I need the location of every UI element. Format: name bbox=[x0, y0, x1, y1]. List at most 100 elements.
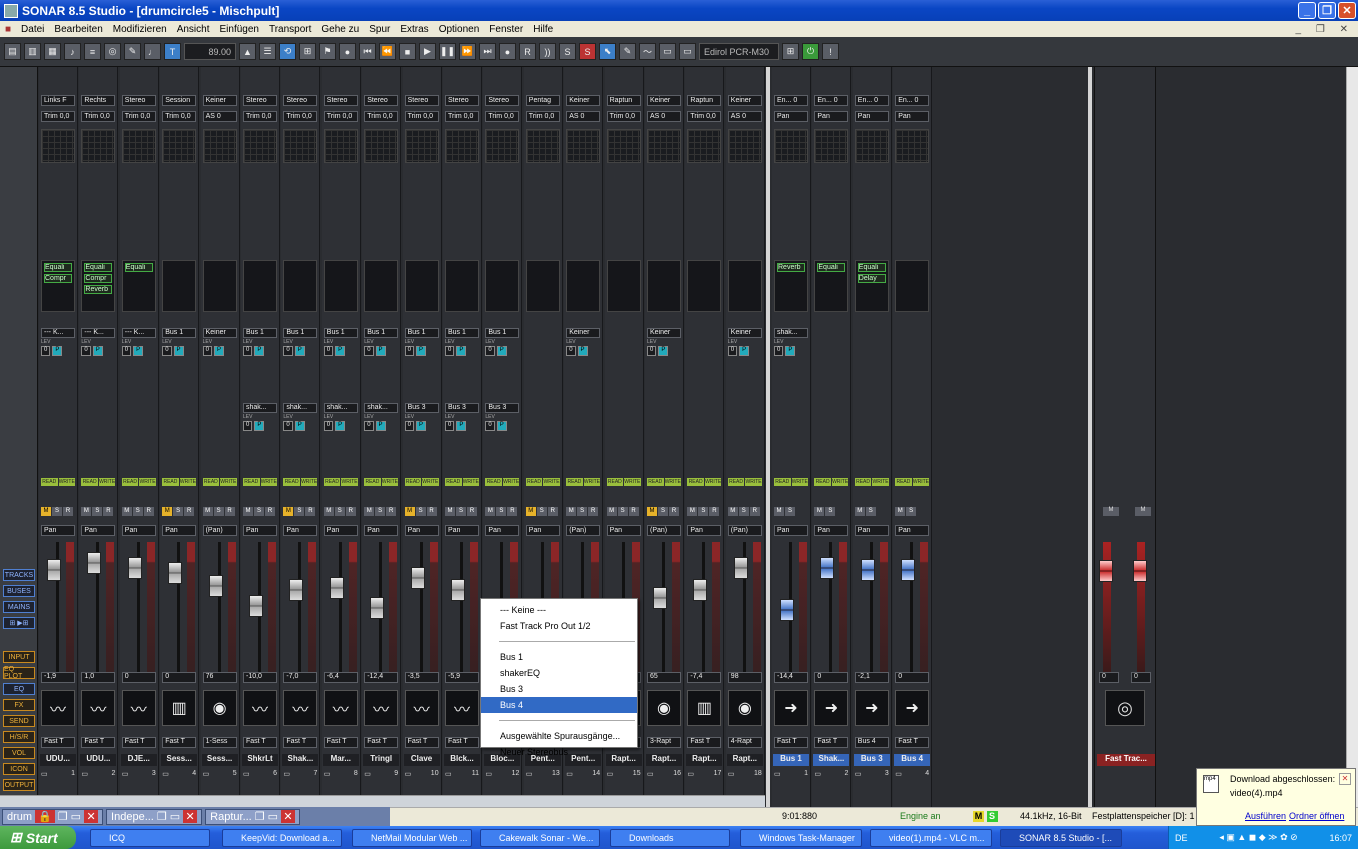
track-name[interactable]: Bus 4 bbox=[894, 754, 931, 766]
track-type-icon[interactable]: 〰 bbox=[404, 690, 439, 726]
eq-graph[interactable] bbox=[687, 129, 722, 163]
event-list-icon[interactable]: ≡ bbox=[84, 43, 101, 60]
fx-plugin[interactable]: Equali bbox=[817, 263, 846, 272]
eq-graph[interactable] bbox=[854, 129, 889, 163]
solo-button[interactable]: S bbox=[738, 507, 749, 516]
nav-buses[interactable]: BUSES bbox=[3, 585, 35, 597]
midi-device-select[interactable]: Edirol PCR-M30 bbox=[699, 43, 779, 60]
trim-field[interactable]: AS 0 bbox=[647, 111, 681, 122]
track-name[interactable]: Mar... bbox=[322, 754, 359, 766]
volume-value[interactable]: 65 bbox=[647, 672, 681, 683]
output-select[interactable]: 3-Rapt bbox=[647, 737, 681, 748]
eq-graph[interactable] bbox=[566, 129, 601, 163]
volume-value[interactable]: 0 bbox=[895, 672, 930, 683]
output-select[interactable]: Fast T bbox=[41, 737, 75, 748]
nav-hsr[interactable]: H/S/R bbox=[3, 731, 35, 743]
output-select[interactable]: Fast T bbox=[121, 737, 156, 748]
input-select[interactable]: Keiner bbox=[202, 95, 237, 106]
lyrics-icon[interactable]: ✎ bbox=[124, 43, 141, 60]
nav-tracks[interactable]: TRACKS bbox=[3, 569, 35, 581]
fx-bin[interactable] bbox=[647, 260, 681, 312]
solo-button[interactable]: S bbox=[496, 507, 507, 516]
output-select[interactable]: Fast T bbox=[814, 737, 849, 748]
solo-button[interactable]: S bbox=[617, 507, 628, 516]
marker-icon[interactable]: ⚑ bbox=[319, 43, 336, 60]
automation-read-write[interactable]: READ WRITE bbox=[283, 478, 318, 486]
record-arm-button[interactable]: R bbox=[265, 507, 275, 516]
trim-field[interactable]: Trim 0,0 bbox=[525, 111, 560, 122]
track-type-icon[interactable]: ➜ bbox=[774, 690, 808, 726]
task-sonar[interactable]: SONAR 8.5 Studio - [... bbox=[1000, 829, 1122, 847]
solo-button[interactable]: S bbox=[254, 507, 264, 516]
send-destination[interactable]: Bus 1 bbox=[445, 328, 479, 338]
trim-field[interactable]: Trim 0,0 bbox=[445, 111, 479, 122]
send-level[interactable]: 0 bbox=[283, 421, 293, 431]
master-volume-left[interactable]: 0 bbox=[1099, 672, 1119, 683]
loop-icon[interactable]: ⟲ bbox=[279, 43, 296, 60]
automation-read-write[interactable]: READ WRITE bbox=[647, 478, 681, 486]
menu-transport[interactable]: Transport bbox=[264, 24, 316, 35]
pan-field[interactable]: Pan bbox=[162, 525, 197, 536]
envelope-icon[interactable]: 〜 bbox=[639, 43, 656, 60]
menu-modifizieren[interactable]: Modifizieren bbox=[108, 24, 172, 35]
send-level[interactable]: 0 bbox=[41, 346, 51, 356]
record-mode-icon[interactable]: ● bbox=[339, 43, 356, 60]
volume-value[interactable]: -6,4 bbox=[323, 672, 358, 683]
pan-field[interactable]: Pan bbox=[404, 525, 439, 536]
task-taskmanager[interactable]: Windows Task-Manager bbox=[740, 829, 862, 847]
track-type-icon[interactable]: ◉ bbox=[727, 690, 762, 726]
automation-read-write[interactable]: READ WRITE bbox=[81, 478, 116, 486]
volume-fader[interactable] bbox=[451, 579, 465, 601]
metronome-icon[interactable]: ♩ bbox=[144, 43, 161, 60]
tempo-tap-icon[interactable]: ▲ bbox=[239, 43, 256, 60]
automation-read-write[interactable]: READ WRITE bbox=[404, 478, 439, 486]
send-level[interactable]: 0 bbox=[485, 421, 495, 431]
output-select[interactable]: Fast T bbox=[162, 737, 197, 748]
send-destination[interactable]: shak... bbox=[243, 403, 277, 413]
fx-plugin[interactable]: Equali bbox=[124, 263, 153, 272]
input-select[interactable]: Stereo bbox=[121, 95, 156, 106]
record-arm-button[interactable]: R bbox=[224, 507, 235, 516]
output-select[interactable]: Fast T bbox=[364, 737, 399, 748]
volume-fader[interactable] bbox=[780, 599, 794, 621]
solo-button[interactable]: S bbox=[294, 507, 305, 516]
go-end-icon[interactable]: ⏭ bbox=[479, 43, 496, 60]
fx-bin[interactable] bbox=[364, 260, 399, 312]
task-keepvid[interactable]: KeepVid: Download a... bbox=[222, 829, 342, 847]
prefader-button[interactable]: P bbox=[577, 346, 588, 356]
solo-button[interactable]: S bbox=[52, 507, 62, 516]
volume-fader[interactable] bbox=[127, 557, 142, 579]
send-destination[interactable]: Bus 3 bbox=[485, 403, 520, 413]
output-select[interactable]: Bus 4 bbox=[854, 737, 889, 748]
eq-graph[interactable] bbox=[895, 129, 930, 163]
trim-field[interactable]: Trim 0,0 bbox=[687, 111, 722, 122]
piano-roll-icon[interactable]: ▦ bbox=[44, 43, 61, 60]
mute-button[interactable]: M bbox=[404, 507, 415, 516]
output-select[interactable]: Fast T bbox=[774, 737, 808, 748]
fx-bin[interactable] bbox=[566, 260, 601, 312]
fx-plugin[interactable]: Compr bbox=[44, 274, 72, 283]
mute-button[interactable]: M bbox=[243, 507, 253, 516]
tempo-icon[interactable]: T bbox=[164, 43, 181, 60]
mute-button[interactable]: M bbox=[647, 507, 657, 516]
fx-plugin[interactable]: Equali bbox=[44, 263, 72, 272]
master-fader-right[interactable] bbox=[1133, 560, 1147, 582]
record-arm-button[interactable]: R bbox=[749, 507, 760, 516]
record-arm-button[interactable]: R bbox=[547, 507, 558, 516]
prefader-button[interactable]: P bbox=[456, 421, 467, 431]
track-name[interactable]: Bus 1 bbox=[773, 754, 809, 766]
pencil-icon[interactable]: ✎ bbox=[619, 43, 636, 60]
output-select[interactable]: Fast T bbox=[404, 737, 439, 748]
track-name[interactable]: Sess... bbox=[201, 754, 238, 766]
record-arm-button[interactable]: R bbox=[507, 507, 518, 516]
nav-layout-toggle[interactable]: ⊞ ▶⊞ bbox=[3, 617, 35, 629]
fx-bin[interactable]: Equali Compr Reverb bbox=[81, 260, 116, 312]
output-select[interactable]: Fast T bbox=[81, 737, 116, 748]
record-arm-button[interactable]: R bbox=[467, 507, 477, 516]
automation-read-write[interactable]: READ WRITE bbox=[485, 478, 520, 486]
solo-button[interactable]: S bbox=[375, 507, 386, 516]
eq-graph[interactable] bbox=[364, 129, 399, 163]
automation-read-write[interactable]: READ WRITE bbox=[774, 478, 808, 486]
send-level[interactable]: 0 bbox=[647, 346, 657, 356]
send-level[interactable]: 0 bbox=[364, 421, 374, 431]
